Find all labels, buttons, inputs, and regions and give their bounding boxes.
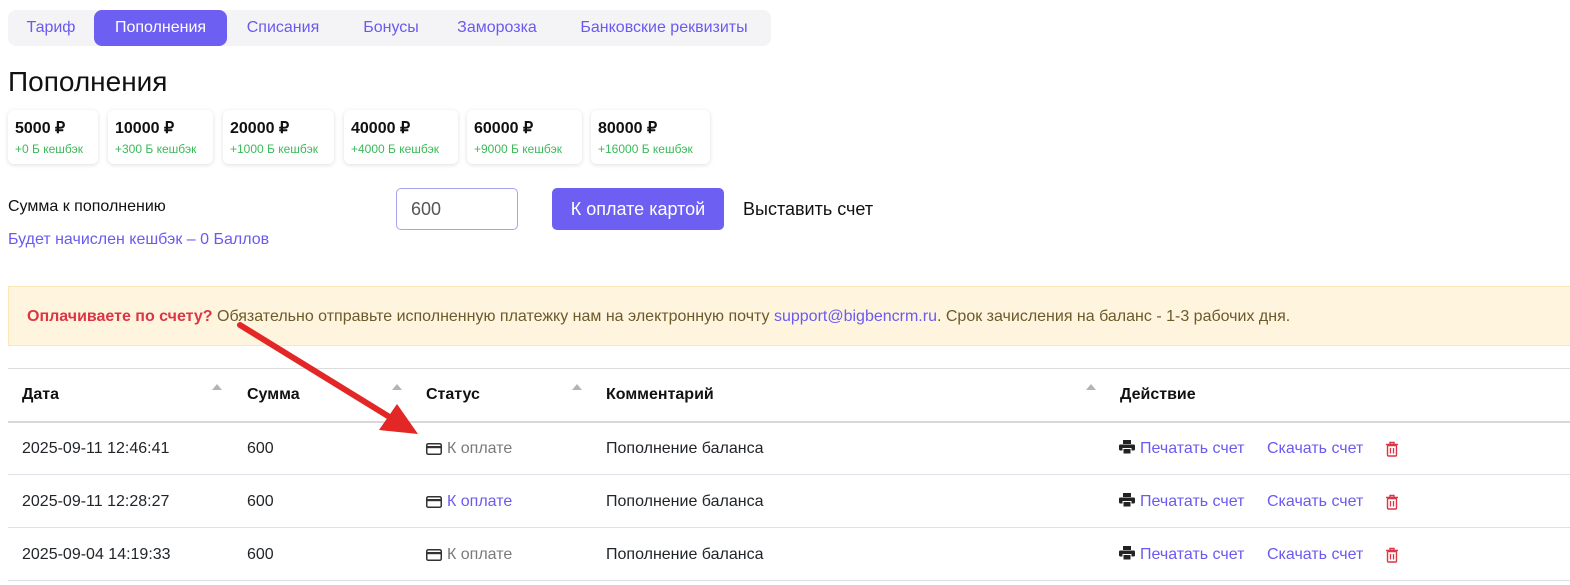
amount-value: 60000 ₽	[474, 120, 534, 137]
row-status: К оплате	[426, 475, 512, 528]
amount-input[interactable]	[396, 188, 518, 230]
row-date: 2025-09-04 14:19:33	[22, 546, 171, 563]
sort-arrow-icon[interactable]	[392, 384, 402, 390]
tab-bar: Тариф Пополнения Списания Бонусы Замороз…	[8, 10, 771, 46]
support-email-link[interactable]: support@bigbencrm.ru	[774, 308, 937, 325]
row-date: 2025-09-11 12:28:27	[22, 493, 170, 510]
credit-card-icon	[426, 548, 442, 561]
status-label: К оплате	[447, 546, 513, 563]
sort-arrow-icon[interactable]	[572, 384, 582, 390]
amount-card-60000[interactable]: 60000 ₽ +9000 Б кешбэк	[467, 110, 582, 164]
amount-value: 40000 ₽	[351, 120, 411, 137]
trash-icon[interactable]	[1385, 547, 1399, 563]
amount-cashback: +1000 Б кешбэк	[230, 142, 319, 156]
sort-arrow-icon[interactable]	[212, 384, 222, 390]
row-comment: Пополнение баланса	[606, 440, 764, 457]
print-invoice-label: Печатать счет	[1140, 546, 1245, 563]
amount-cashback: +9000 Б кешбэк	[474, 142, 563, 156]
amount-cashback: +300 Б кешбэк	[115, 142, 197, 156]
row-sum: 600	[247, 440, 274, 457]
credit-card-icon	[426, 442, 442, 455]
column-header-sum[interactable]: Сумма	[247, 386, 300, 404]
sum-label: Сумма к пополнению	[8, 198, 166, 215]
print-invoice-link[interactable]: Печатать счет	[1119, 475, 1244, 528]
invoice-notice: Оплачиваете по счету? Обязательно отправ…	[8, 286, 1570, 346]
printer-icon	[1119, 493, 1135, 507]
amount-value: 5000 ₽	[15, 120, 66, 137]
download-invoice-link[interactable]: Скачать счет	[1267, 422, 1363, 475]
column-header-comment[interactable]: Комментарий	[606, 386, 714, 404]
tab-top-ups[interactable]: Пополнения	[94, 10, 227, 46]
table-top-border	[8, 368, 1570, 369]
row-sum: 600	[247, 546, 274, 563]
print-invoice-label: Печатать счет	[1140, 440, 1245, 457]
credit-card-icon	[426, 495, 442, 508]
status-label: К оплате	[447, 440, 513, 457]
print-invoice-link[interactable]: Печатать счет	[1119, 422, 1244, 475]
amount-value: 20000 ₽	[230, 120, 290, 137]
row-comment: Пополнение баланса	[606, 493, 764, 510]
download-invoice-link[interactable]: Скачать счет	[1267, 475, 1363, 528]
sort-arrow-icon[interactable]	[1086, 384, 1096, 390]
printer-icon	[1119, 546, 1135, 560]
amount-cashback: +16000 Б кешбэк	[598, 142, 693, 156]
notice-tail: . Срок зачисления на баланс - 1-3 рабочи…	[936, 308, 1291, 325]
amount-cashback: +0 Б кешбэк	[15, 142, 84, 156]
amount-value: 10000 ₽	[115, 120, 175, 137]
column-header-status[interactable]: Статус	[426, 386, 480, 404]
row-status: К оплате	[426, 422, 512, 475]
tab-charges[interactable]: Списания	[233, 10, 333, 46]
column-header-date[interactable]: Дата	[22, 386, 59, 404]
print-invoice-link[interactable]: Печатать счет	[1119, 528, 1244, 581]
row-comment: Пополнение баланса	[606, 546, 764, 563]
amount-cashback: +4000 Б кешбэк	[351, 142, 440, 156]
amount-value: 80000 ₽	[598, 120, 658, 137]
column-header-action: Действие	[1120, 386, 1196, 403]
trash-icon[interactable]	[1385, 441, 1399, 457]
tab-freeze[interactable]: Заморозка	[442, 10, 552, 46]
table-row: 2025-09-11 12:46:41 600 К оплате Пополне…	[0, 422, 1570, 475]
printer-icon	[1119, 440, 1135, 454]
download-invoice-link[interactable]: Скачать счет	[1267, 528, 1363, 581]
notice-text: Оплачиваете по счету? Обязательно отправ…	[27, 308, 1290, 326]
trash-icon[interactable]	[1385, 494, 1399, 510]
notice-title: Оплачиваете по счету?	[27, 308, 213, 325]
row-date: 2025-09-11 12:46:41	[22, 440, 170, 457]
tab-bank-details[interactable]: Банковские реквизиты	[564, 10, 764, 46]
page-title: Пополнения	[8, 66, 168, 97]
table-row: 2025-09-11 12:28:27 600 К оплате Пополне…	[0, 475, 1570, 528]
amount-card-40000[interactable]: 40000 ₽ +4000 Б кешбэк	[344, 110, 458, 164]
status-pay-link[interactable]: К оплате	[447, 475, 512, 528]
issue-invoice-button[interactable]: Выставить счет	[743, 199, 873, 220]
row-divider	[8, 580, 1570, 581]
amount-card-20000[interactable]: 20000 ₽ +1000 Б кешбэк	[223, 110, 334, 164]
print-invoice-label: Печатать счет	[1140, 493, 1245, 510]
amount-card-10000[interactable]: 10000 ₽ +300 Б кешбэк	[108, 110, 213, 164]
tab-tariff[interactable]: Тариф	[8, 10, 94, 46]
tab-bonuses[interactable]: Бонусы	[344, 10, 438, 46]
table-row: 2025-09-04 14:19:33 600 К оплате Пополне…	[0, 528, 1570, 581]
notice-body: Обязательно отправьте исполненную платеж…	[212, 308, 774, 325]
amount-card-80000[interactable]: 80000 ₽ +16000 Б кешбэк	[591, 110, 710, 164]
row-status: К оплате	[426, 528, 512, 581]
cashback-note: Будет начислен кешбэк – 0 Баллов	[8, 231, 270, 248]
pay-by-card-button[interactable]: К оплате картой	[552, 188, 724, 230]
amount-card-5000[interactable]: 5000 ₽ +0 Б кешбэк	[8, 110, 98, 164]
row-sum: 600	[247, 493, 274, 510]
